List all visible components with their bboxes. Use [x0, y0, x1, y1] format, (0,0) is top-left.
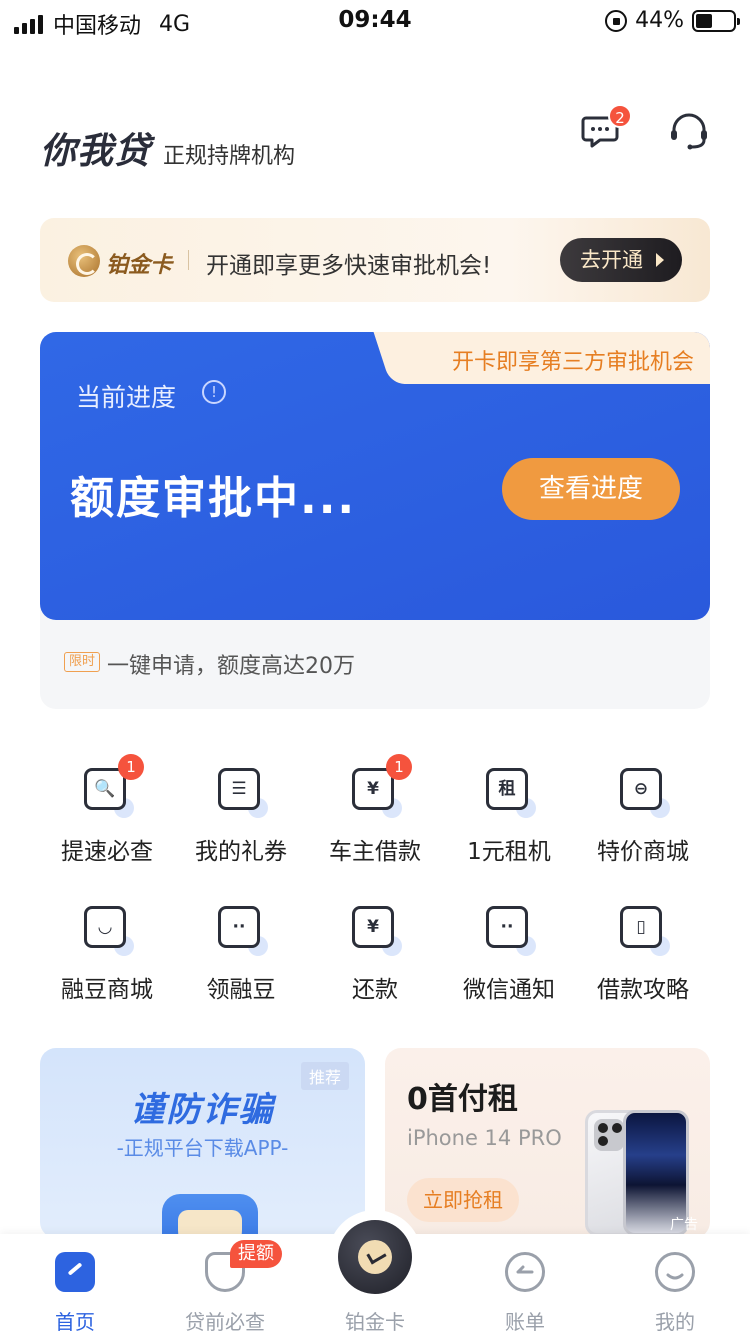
triangle-right-icon	[656, 253, 664, 267]
info-icon[interactable]: !	[202, 380, 226, 404]
icon-glyph: ··	[500, 917, 514, 937]
grid-badge: 1	[386, 754, 412, 780]
tab-home-label: 首页	[55, 1310, 95, 1334]
promo-tag: 开卡即享第三方审批机会	[400, 332, 710, 384]
shield-illustration	[162, 1194, 258, 1238]
tab-home[interactable]: 首页	[0, 1234, 150, 1334]
grid-item-6[interactable]: ◡ 融豆商城	[40, 906, 174, 1026]
status-right: 44%	[605, 8, 740, 33]
tab-pre-loan-label: 贷前必查	[185, 1310, 265, 1334]
anti-fraud-subtitle: -正规平台下载APP-	[116, 1136, 289, 1160]
grid-item-3[interactable]: ¥1 车主借款	[308, 754, 442, 888]
profile-icon	[655, 1252, 695, 1292]
platinum-name: 铂金卡	[106, 253, 173, 278]
phone-rent-title: 0首付租	[407, 1082, 518, 1117]
grid-item-5[interactable]: ⊖ 特价商城	[576, 768, 710, 888]
brand-subtitle: 正规持牌机构	[163, 144, 296, 169]
bill-back-icon	[505, 1252, 545, 1292]
grid-label: 还款	[352, 977, 398, 1003]
rent-now-button[interactable]: 立即抢租	[407, 1178, 519, 1222]
platinum-card-icon[interactable]	[338, 1220, 412, 1294]
grid-item-7[interactable]: ·· 领融豆	[174, 906, 308, 1026]
orientation-lock-icon	[605, 9, 628, 32]
customer-service-button[interactable]	[668, 110, 712, 154]
open-platinum-button[interactable]: 去开通	[560, 238, 682, 282]
message-badge: 2	[608, 104, 632, 128]
icon-glyph: ◡	[98, 917, 112, 937]
smile-glyph	[666, 1273, 684, 1280]
bean-icon: ··	[218, 906, 268, 956]
battery-icon	[692, 9, 740, 32]
grid-item-1[interactable]: 🔍 1 提速必查	[40, 754, 174, 888]
platinum-coin-icon	[68, 245, 100, 277]
grid-label: 借款攻略	[597, 977, 689, 1003]
grid-item-9[interactable]: ·· 微信通知	[442, 906, 576, 1026]
icon-glyph: ⊖	[633, 779, 649, 799]
phone-model: iPhone 14 PRO	[407, 1126, 562, 1150]
grid-label: 提速必查	[61, 839, 153, 865]
cart-icon: ⊖	[620, 768, 670, 818]
progress-card: 开卡即享第三方审批机会 当前进度 ! 额度审批中... 查看进度	[40, 332, 710, 620]
promo-text: 开卡即享第三方审批机会	[451, 350, 694, 375]
bag-icon: ◡	[84, 906, 134, 956]
app-logo: 你我贷	[40, 131, 152, 172]
grid-item-10[interactable]: ▯ 借款攻略	[576, 906, 710, 1026]
grid-label: 融豆商城	[61, 977, 153, 1003]
icon-glyph: ☰	[231, 779, 247, 799]
grid-label: 领融豆	[206, 977, 276, 1003]
tab-platinum-label: 铂金卡	[345, 1310, 405, 1334]
ad-label: 广告	[670, 1217, 698, 1233]
approval-status: 额度审批中...	[70, 473, 357, 524]
check-progress-button[interactable]: 查看进度	[502, 458, 680, 520]
headset-icon	[671, 113, 707, 150]
grid-item-2[interactable]: ☰ 我的礼券	[174, 768, 308, 888]
grid-label: 微信通知	[463, 977, 555, 1003]
open-platinum-label: 去开通	[580, 248, 643, 272]
phone-rent-icon: 租	[486, 768, 536, 818]
battery-percent: 44%	[635, 8, 684, 33]
status-bar: 中国移动 4G 09:44 44%	[0, 0, 750, 42]
brand: 你我贷 正规持牌机构	[40, 122, 295, 174]
battery-fill	[696, 13, 712, 28]
limit-promo-text[interactable]: 一键申请，额度高达20万	[107, 648, 355, 680]
tab-bill-label: 账单	[505, 1310, 545, 1334]
message-button[interactable]: 2	[580, 104, 632, 154]
tab-pre-loan-check[interactable]: 提额 贷前必查	[150, 1234, 300, 1334]
icon-glyph: ··	[232, 917, 246, 937]
guide-bookmark-icon: ▯	[620, 906, 670, 956]
anti-fraud-title: 谨防诈骗	[130, 1090, 275, 1130]
icon-glyph: 租	[498, 779, 516, 799]
icon-glyph: ▯	[636, 917, 646, 937]
platinum-text: 开通即享更多快速审批机会!	[206, 253, 492, 279]
grid-badge: 1	[118, 754, 144, 780]
grid-item-8[interactable]: ¥ 还款	[308, 906, 442, 1026]
tab-profile[interactable]: 我的	[600, 1234, 750, 1334]
tab-bill[interactable]: 账单	[450, 1234, 600, 1334]
anti-fraud-card[interactable]: 推荐 谨防诈骗 -正规平台下载APP-	[40, 1048, 365, 1238]
raise-limit-badge: 提额	[230, 1240, 282, 1268]
coupon-icon: ☰	[218, 768, 268, 818]
home-icon	[55, 1252, 95, 1292]
current-progress-label: 当前进度	[76, 383, 177, 412]
phone-rent-card[interactable]: 0首付租 iPhone 14 PRO 立即抢租 广告	[385, 1048, 710, 1238]
repay-yen-icon: ¥	[352, 906, 402, 956]
grid-label: 1元租机	[467, 839, 551, 865]
grid-item-4[interactable]: 租 1元租机	[442, 768, 576, 888]
wechat-icon: ··	[486, 906, 536, 956]
limited-time-tag: 限时	[64, 652, 101, 672]
platinum-banner[interactable]: 铂金卡 开通即享更多快速审批机会! 去开通	[40, 218, 710, 302]
tab-profile-label: 我的	[655, 1310, 695, 1334]
divider	[188, 250, 189, 270]
arrow-left-glyph	[516, 1265, 534, 1274]
icon-glyph: ¥	[367, 917, 379, 937]
grid-label: 我的礼券	[195, 839, 287, 865]
grid-label: 特价商城	[597, 839, 689, 865]
grid-label: 车主借款	[329, 839, 421, 865]
